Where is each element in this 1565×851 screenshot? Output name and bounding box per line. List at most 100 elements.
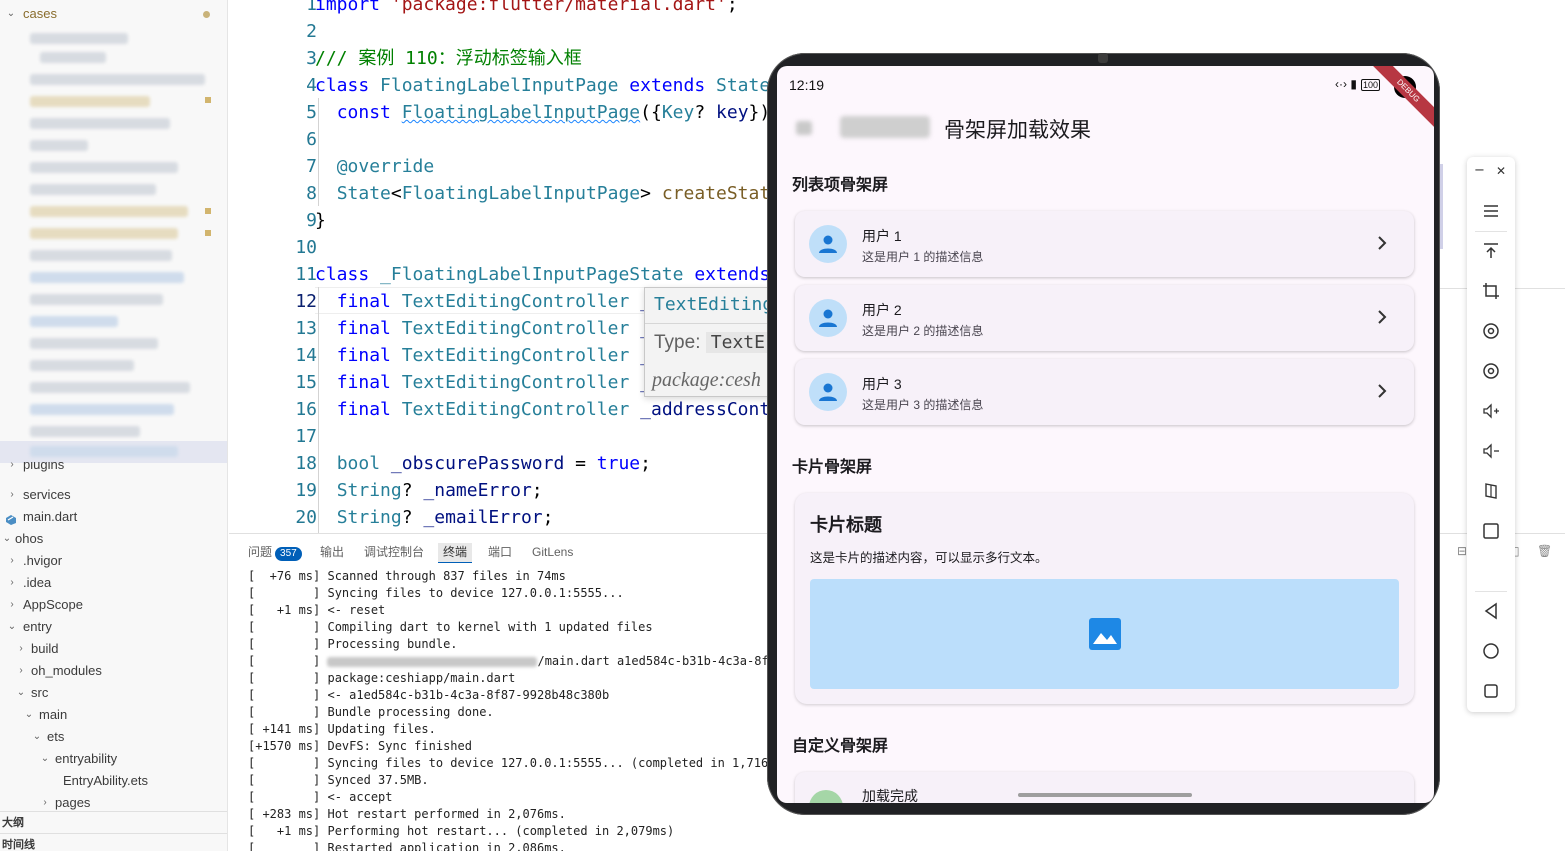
list-item[interactable]: 用户 1 这是用户 1 的描述信息 [795, 211, 1414, 277]
avatar [809, 373, 847, 411]
person-icon [819, 383, 837, 401]
trash-icon[interactable]: 🗑 [1537, 544, 1552, 558]
close-button[interactable]: ✕ [1496, 164, 1506, 178]
list-item-subtitle: 这是用户 2 的描述信息 [862, 324, 984, 338]
list-item-title: 加载完成 [862, 788, 918, 803]
folder-label: plugins [23, 462, 65, 472]
section-title-card: 卡片骨架屏 [792, 459, 873, 476]
folder-entry[interactable]: ⌄ entry [0, 616, 227, 638]
chevron-right-icon [1378, 310, 1387, 324]
list-item[interactable]: 加载完成 [795, 772, 1414, 803]
list-item-title: 用户 1 [862, 228, 902, 244]
folder-label: src [31, 685, 49, 700]
chevron-down-icon: ⌄ [32, 731, 42, 742]
folder-ohos[interactable]: ⌄ ohos [0, 528, 227, 550]
avatar [809, 299, 847, 337]
chevron-right-icon: › [19, 665, 23, 676]
folder-label: ets [47, 729, 65, 744]
file-entryability-ets[interactable]: EntryAbility.ets [0, 770, 227, 792]
folder-build[interactable]: › build [0, 638, 227, 660]
tab-output[interactable]: 输出 [320, 543, 344, 563]
list-item[interactable]: 用户 3 这是用户 3 的描述信息 [795, 359, 1414, 425]
back-nav-icon[interactable] [1481, 601, 1501, 621]
chevron-right-icon: › [19, 643, 23, 654]
chevron-right-icon: › [10, 599, 14, 610]
timeline-section-header[interactable]: 时间线 [0, 833, 227, 851]
folder-label: main [39, 707, 68, 722]
folder-ets[interactable]: ⌄ ets [0, 726, 227, 748]
fold-hinge [1098, 53, 1108, 63]
folder-entryability[interactable]: ⌄ entryability [0, 748, 227, 770]
chevron-down-icon: ⌄ [16, 687, 26, 698]
list-item-subtitle: 这是用户 3 的描述信息 [862, 398, 984, 412]
folder-cases[interactable]: ⌄ cases [0, 3, 227, 25]
fold-icon[interactable] [1481, 481, 1501, 501]
skeleton-card[interactable]: 卡片标题 这是卡片的描述内容，可以显示多行文本。 [795, 493, 1414, 704]
tab-debug-console[interactable]: 调试控制台 [364, 543, 424, 563]
app-title: 骨架屏加载效果 [944, 119, 1091, 142]
rotate-right-icon[interactable] [1481, 361, 1501, 381]
minimize-button[interactable]: − [1474, 163, 1485, 178]
folder-appscope[interactable]: › AppScope [0, 594, 227, 616]
file-main-dart[interactable]: main.dart [0, 506, 227, 528]
card-description: 这是卡片的描述内容，可以显示多行文本。 [810, 551, 1048, 565]
rotate-left-icon[interactable] [1481, 321, 1501, 341]
list-item[interactable]: 用户 2 这是用户 2 的描述信息 [795, 285, 1414, 351]
home-indicator[interactable] [1018, 793, 1192, 797]
terminal-redacted-line: [ ] /main.dart a1ed584c-b31b-4c3a-8f87 [248, 654, 784, 668]
emulator-toolbar: − ✕ [1467, 157, 1515, 712]
screenshot-icon[interactable] [1481, 521, 1501, 541]
list-item-title: 用户 2 [862, 302, 902, 318]
chevron-right-icon [1378, 384, 1387, 398]
folder-main[interactable]: ⌄ main [0, 704, 227, 726]
volume-up-icon[interactable] [1481, 401, 1501, 421]
chevron-down-icon: ⌄ [2, 533, 12, 544]
hover-title: TextEditing [654, 294, 774, 315]
hover-package: package:cesh [652, 369, 761, 391]
phone-screen[interactable]: 12:19 ‹·› ▮ 100 DEBUG 骨架屏加载效果 列表项骨架屏 用户 1… [777, 66, 1434, 803]
folder-label: ohos [15, 531, 44, 546]
folder-idea[interactable]: › .idea [0, 572, 227, 594]
folder-label: oh_modules [31, 663, 102, 678]
folder-hvigor[interactable]: › .hvigor [0, 550, 227, 572]
tab-gitlens[interactable]: GitLens [532, 543, 573, 563]
chevron-right-icon: › [10, 489, 14, 500]
volume-down-icon[interactable] [1481, 441, 1501, 461]
modified-dot-icon [203, 11, 210, 18]
split-terminal-icon[interactable]: ⊟ [1457, 544, 1467, 558]
home-nav-icon[interactable] [1481, 641, 1501, 661]
menu-icon[interactable] [1481, 201, 1501, 221]
back-icon[interactable] [796, 121, 812, 135]
folder-plugins[interactable]: › plugins [0, 462, 227, 476]
avatar [809, 225, 847, 263]
folder-src[interactable]: ⌄ src [0, 682, 227, 704]
list-item-title: 用户 3 [862, 376, 902, 392]
folder-label: .hvigor [23, 553, 63, 568]
card-title: 卡片标题 [810, 515, 882, 535]
folder-label: entryability [55, 751, 118, 766]
file-label: main.dart [23, 509, 78, 524]
section-title-list: 列表项骨架屏 [792, 177, 889, 194]
chevron-right-icon: › [10, 555, 14, 566]
outline-section-header[interactable]: 大纲 [0, 811, 227, 833]
tab-problems[interactable]: 问题 357 [248, 543, 302, 563]
recents-nav-icon[interactable] [1481, 681, 1501, 701]
chevron-right-icon: › [10, 462, 14, 470]
tab-ports[interactable]: 端口 [488, 543, 512, 563]
card-image-placeholder [810, 579, 1399, 689]
pin-top-icon[interactable] [1481, 241, 1501, 261]
chevron-down-icon: ⌄ [40, 753, 50, 764]
section-title-custom: 自定义骨架屏 [792, 738, 889, 755]
person-icon [819, 309, 837, 327]
image-icon [1089, 618, 1121, 650]
folder-label: .idea [23, 575, 52, 590]
folder-oh-modules[interactable]: › oh_modules [0, 660, 227, 682]
redacted-appbar-text [840, 116, 930, 138]
folder-label: cases [23, 6, 57, 21]
folder-services[interactable]: › services [0, 484, 227, 506]
status-time: 12:19 [789, 77, 825, 93]
crop-icon[interactable] [1481, 281, 1501, 301]
tab-terminal[interactable]: 终端 [438, 543, 473, 563]
folder-label: AppScope [23, 597, 83, 612]
debug-banner: DEBUG [1367, 66, 1434, 132]
